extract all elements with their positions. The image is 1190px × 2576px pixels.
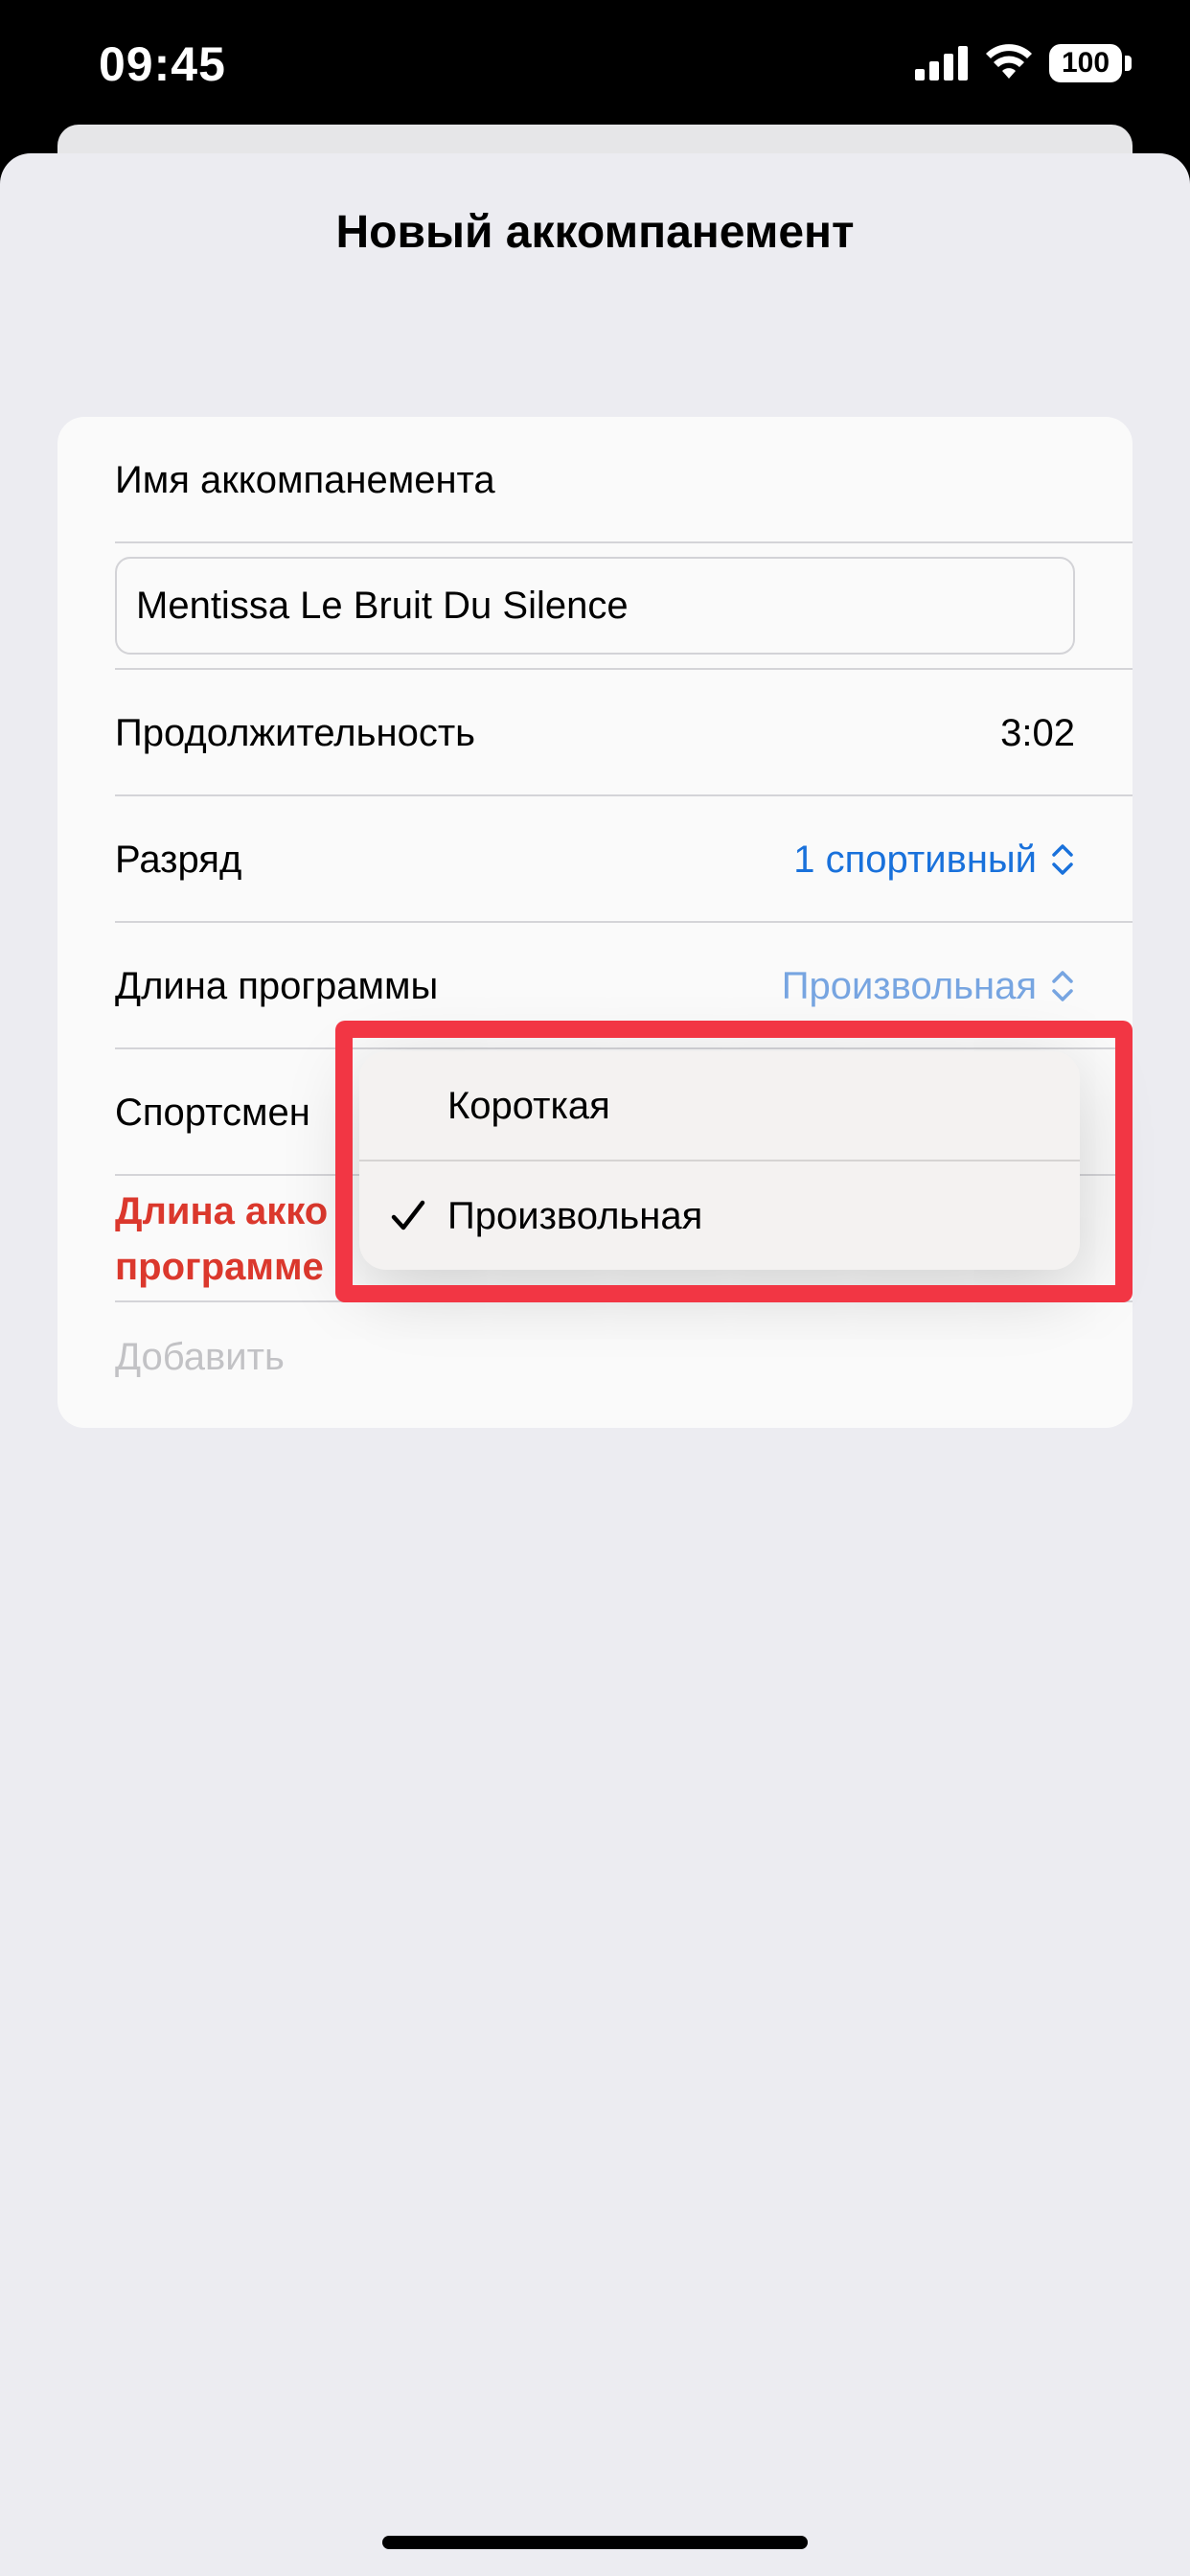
cellular-signal-icon: [915, 46, 968, 80]
screen: 09:45 100 Новый аккомпанемент Имя аккомп…: [0, 0, 1190, 2576]
wifi-icon: [986, 44, 1032, 79]
menu-backdrop[interactable]: [0, 153, 1190, 2576]
battery-nub: [1125, 56, 1132, 71]
battery-icon: 100: [1049, 44, 1122, 82]
home-indicator[interactable]: [382, 2536, 808, 2549]
status-bar: 09:45 100: [0, 0, 1190, 134]
battery-level: 100: [1061, 47, 1110, 79]
highlight-box: [335, 1021, 1133, 1302]
status-time: 09:45: [99, 37, 226, 91]
